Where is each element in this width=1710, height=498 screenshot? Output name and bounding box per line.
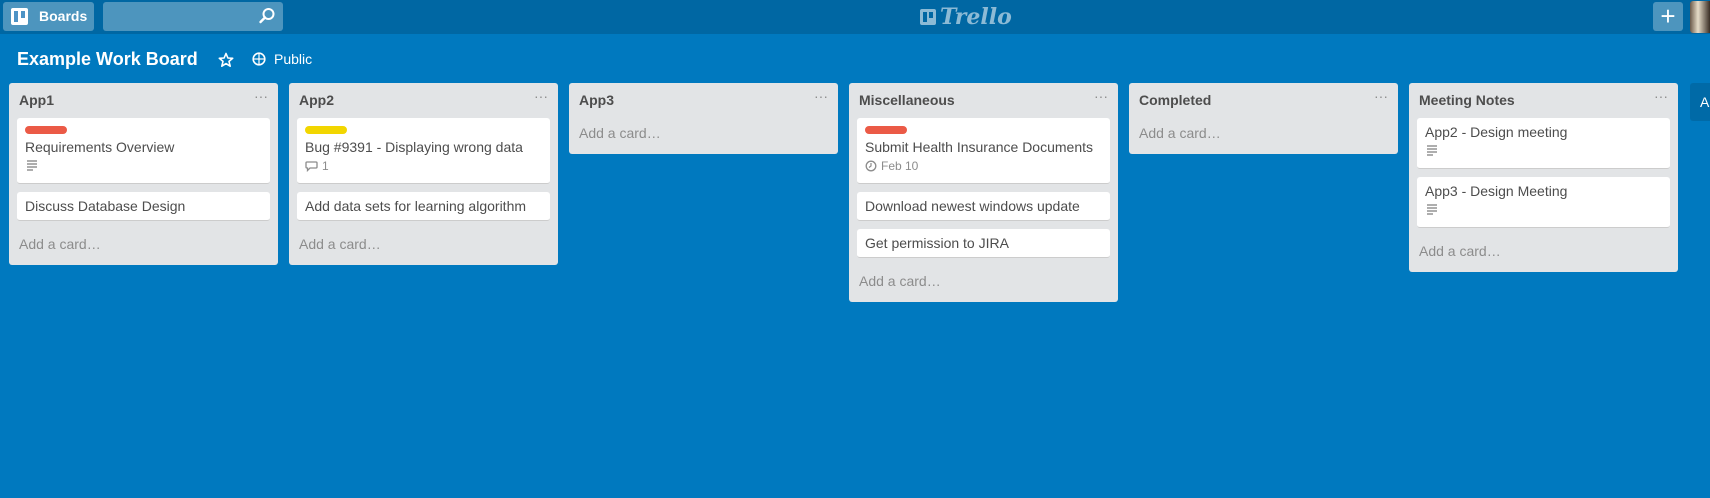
description-icon: [1425, 203, 1443, 215]
logo-text: Trello: [940, 4, 1012, 30]
card-label-red: [25, 126, 67, 134]
trello-logo-icon: [920, 9, 936, 25]
comment-badge: 1: [305, 159, 329, 173]
card-label-yellow: [305, 126, 347, 134]
add-card-button[interactable]: Add a card…: [1417, 236, 1670, 264]
list-menu-icon[interactable]: ···: [814, 88, 828, 104]
list-header: Miscellaneous ···: [857, 83, 1110, 118]
card[interactable]: App2 - Design meeting: [1417, 118, 1670, 169]
trello-logo[interactable]: Trello: [920, 4, 1012, 30]
add-card-button[interactable]: Add a card…: [1137, 118, 1390, 146]
card[interactable]: Add data sets for learning algorithm: [297, 192, 550, 221]
card-title: Bug #9391 - Displaying wrong data: [305, 139, 523, 155]
list-title[interactable]: App1: [19, 92, 54, 108]
card[interactable]: Requirements Overview: [17, 118, 270, 184]
list-header: Completed ···: [1137, 83, 1390, 118]
card-title: Add data sets for learning algorithm: [305, 198, 527, 214]
add-list-button[interactable]: A: [1690, 83, 1710, 121]
list-menu-icon[interactable]: ···: [1094, 88, 1108, 104]
list-title[interactable]: Completed: [1139, 92, 1211, 108]
add-card-button[interactable]: Add a card…: [857, 266, 1110, 294]
globe-icon[interactable]: [252, 52, 266, 66]
avatar[interactable]: [1690, 1, 1710, 33]
list-menu-icon[interactable]: ···: [534, 88, 548, 104]
card-badges: [1425, 144, 1662, 162]
clock-icon: [865, 160, 877, 172]
list-title[interactable]: Miscellaneous: [859, 92, 955, 108]
card-title: App3 - Design Meeting: [1425, 183, 1568, 199]
card-badges: [1425, 203, 1662, 221]
list-menu-icon[interactable]: ···: [1374, 88, 1388, 104]
card-title: Download newest windows update: [865, 198, 1080, 214]
description-icon: [1425, 144, 1443, 156]
card-label-red: [865, 126, 907, 134]
card-title: Requirements Overview: [25, 139, 175, 155]
boards-button[interactable]: Boards: [3, 2, 94, 31]
add-card-button[interactable]: Add a card…: [297, 229, 550, 257]
card-badges: Feb 10: [865, 159, 1102, 177]
add-button[interactable]: +: [1653, 2, 1683, 31]
list-header: App3 ···: [577, 83, 830, 118]
list-header: Meeting Notes ···: [1417, 83, 1670, 118]
card[interactable]: Get permission to JIRA: [857, 229, 1110, 258]
star-icon[interactable]: [218, 52, 234, 68]
comment-count: 1: [322, 159, 329, 173]
card-title: Get permission to JIRA: [865, 235, 1009, 251]
list-title[interactable]: App2: [299, 92, 334, 108]
list-header: App1 ···: [17, 83, 270, 118]
board-title[interactable]: Example Work Board: [17, 49, 198, 70]
card[interactable]: App3 - Design Meeting: [1417, 177, 1670, 228]
list-miscellaneous: Miscellaneous ··· Submit Health Insuranc…: [849, 83, 1118, 302]
card-badges: 1: [305, 159, 542, 177]
list-meeting-notes: Meeting Notes ··· App2 - Design meeting …: [1409, 83, 1678, 272]
list-menu-icon[interactable]: ···: [254, 88, 268, 104]
search-icon[interactable]: [258, 7, 276, 25]
due-date: Feb 10: [881, 159, 919, 173]
list-header: App2 ···: [297, 83, 550, 118]
list-title[interactable]: Meeting Notes: [1419, 92, 1515, 108]
card-title: App2 - Design meeting: [1425, 124, 1568, 140]
list-app2: App2 ··· Bug #9391 - Displaying wrong da…: [289, 83, 558, 265]
card[interactable]: Download newest windows update: [857, 192, 1110, 221]
boards-label: Boards: [39, 8, 88, 24]
description-icon: [25, 159, 43, 171]
list-menu-icon[interactable]: ···: [1654, 88, 1668, 104]
list-title[interactable]: App3: [579, 92, 614, 108]
card-title: Submit Health Insurance Documents: [865, 139, 1093, 155]
search-input[interactable]: [103, 2, 283, 31]
comment-icon: [305, 161, 318, 172]
due-date-badge: Feb 10: [865, 159, 918, 173]
visibility-label[interactable]: Public: [274, 51, 312, 67]
list-app1: App1 ··· Requirements Overview Discuss D…: [9, 83, 278, 265]
add-card-button[interactable]: Add a card…: [17, 229, 270, 257]
card[interactable]: Discuss Database Design: [17, 192, 270, 221]
list-app3: App3 ··· Add a card…: [569, 83, 838, 154]
list-completed: Completed ··· Add a card…: [1129, 83, 1398, 154]
card-title: Discuss Database Design: [25, 198, 186, 214]
card[interactable]: Bug #9391 - Displaying wrong data 1: [297, 118, 550, 184]
top-header: Boards Trello +: [0, 0, 1710, 34]
boards-icon: [11, 8, 28, 25]
card-badges: [25, 159, 262, 177]
add-card-button[interactable]: Add a card…: [577, 118, 830, 146]
card[interactable]: Submit Health Insurance Documents Feb 10: [857, 118, 1110, 184]
